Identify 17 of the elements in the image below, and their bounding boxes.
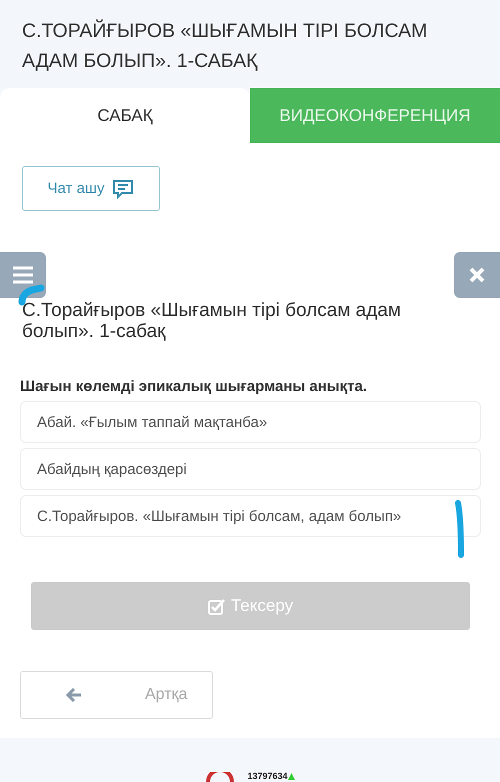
checkbox-icon — [208, 598, 225, 614]
menu-icon — [12, 266, 34, 284]
answer-option[interactable]: Абайдың қарасөздері — [20, 448, 481, 490]
arrow-left-icon — [66, 688, 82, 702]
visitor-counter: 13797634 — [247, 771, 288, 781]
tab[interactable]: САБАҚ — [0, 88, 250, 143]
pen-stroke — [455, 500, 464, 558]
answer-option[interactable]: Абай. «Ғылым таппай мақтанба» — [20, 401, 481, 443]
close-icon — [469, 267, 485, 283]
chat-icon — [112, 178, 134, 198]
chat-button[interactable]: Чат ашу — [22, 166, 160, 211]
lesson-title: С.Торайғыров «Шығамын тірі болсам адам болып». 1-сабақ — [22, 300, 402, 342]
menu-button[interactable] — [0, 252, 46, 298]
up-triangle-icon — [288, 773, 295, 780]
answer-option[interactable]: С.Торайғыров. «Шығамын тірі болсам, адам болып» — [20, 495, 481, 537]
close-button[interactable] — [454, 252, 500, 298]
question-text: Шағын көлемді эпикалық шығарманы анықта. — [20, 378, 368, 395]
